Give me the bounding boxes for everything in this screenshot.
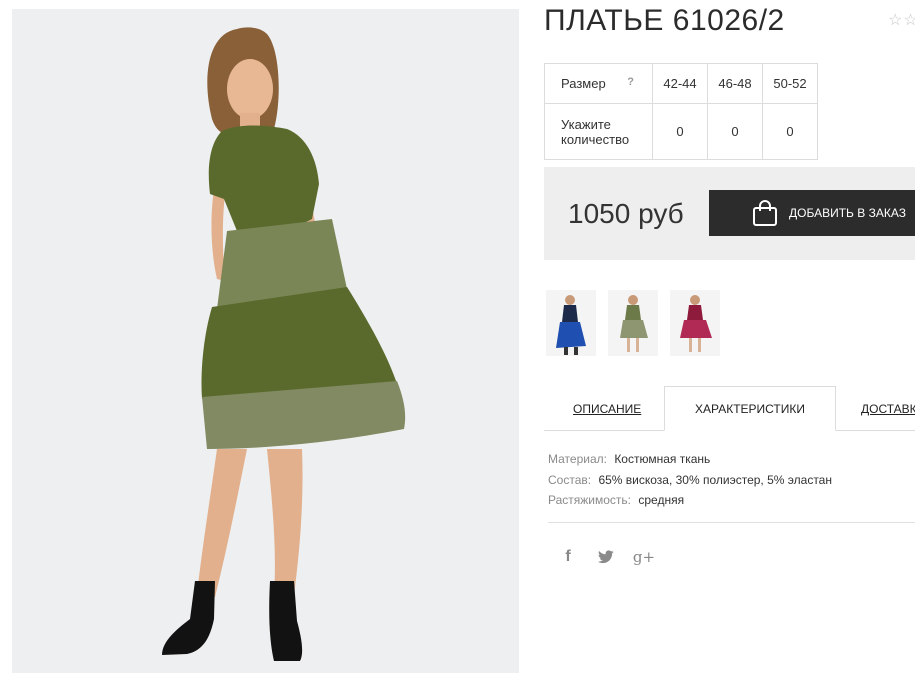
size-quantity-table: Размер ? 42-44 46-48 50-52 Укажите колич…	[544, 63, 818, 160]
facebook-icon[interactable]: f	[560, 546, 576, 568]
add-to-order-label: ДОБАВИТЬ В ЗАКАЗ	[789, 206, 906, 220]
twitter-icon[interactable]	[596, 546, 616, 568]
size-option[interactable]: 50-52	[762, 63, 818, 104]
tab-description[interactable]: ОПИСАНИЕ	[573, 386, 641, 431]
tab-characteristics[interactable]: ХАРАКТЕРИСТИКИ	[664, 386, 836, 431]
quantity-input[interactable]: 0	[652, 103, 708, 160]
characteristics-list: Материал: Костюмная ткань Состав: 65% ви…	[548, 449, 832, 511]
size-option[interactable]: 42-44	[652, 63, 708, 104]
spec-key: Материал:	[548, 452, 607, 466]
price-box: 1050 руб ДОБАВИТЬ В ЗАКАЗ	[544, 167, 915, 260]
quantity-input[interactable]: 0	[762, 103, 818, 160]
product-tabs: ОПИСАНИЕ ХАРАКТЕРИСТИКИ ДОСТАВКА	[544, 386, 915, 431]
quantity-label: Укажите количество	[544, 103, 653, 160]
size-help-icon[interactable]: ?	[627, 76, 634, 88]
shopping-bag-icon	[753, 200, 777, 226]
size-label: Размер	[561, 76, 606, 91]
spec-row: Растяжимость: средняя	[548, 490, 832, 511]
rating-stars[interactable]: ☆☆	[888, 10, 915, 30]
thumbnail-burgundy-dress[interactable]	[670, 290, 720, 356]
olive-dress-image	[608, 290, 658, 356]
product-title: ПЛАТЬЕ 61026/2	[544, 4, 785, 37]
google-plus-icon[interactable]: g+	[632, 546, 656, 568]
add-to-order-button[interactable]: ДОБАВИТЬ В ЗАКАЗ	[709, 190, 915, 236]
size-option[interactable]: 46-48	[707, 63, 763, 104]
tab-delivery[interactable]: ДОСТАВКА	[861, 386, 915, 431]
burgundy-dress-image	[670, 290, 720, 356]
navy-dress-image	[546, 290, 596, 356]
quantity-input[interactable]: 0	[707, 103, 763, 160]
divider	[548, 522, 915, 523]
spec-row: Состав: 65% вискоза, 30% полиэстер, 5% э…	[548, 470, 832, 491]
twitter-bird-glyph	[598, 550, 614, 564]
spec-key: Растяжимость:	[548, 493, 632, 507]
spec-row: Материал: Костюмная ткань	[548, 449, 832, 470]
thumbnail-navy-dress[interactable]	[546, 290, 596, 356]
model-illustration	[162, 27, 406, 661]
spec-value: 65% вискоза, 30% полиэстер, 5% эластан	[598, 472, 832, 487]
spec-value: Костюмная ткань	[614, 452, 711, 466]
product-main-photo[interactable]	[12, 9, 519, 673]
spec-key: Состав:	[548, 472, 592, 487]
spec-value: средняя	[638, 493, 685, 507]
product-price: 1050 руб	[568, 198, 684, 229]
thumbnail-olive-dress[interactable]	[608, 290, 658, 356]
size-label-cell: Размер ?	[544, 63, 653, 104]
